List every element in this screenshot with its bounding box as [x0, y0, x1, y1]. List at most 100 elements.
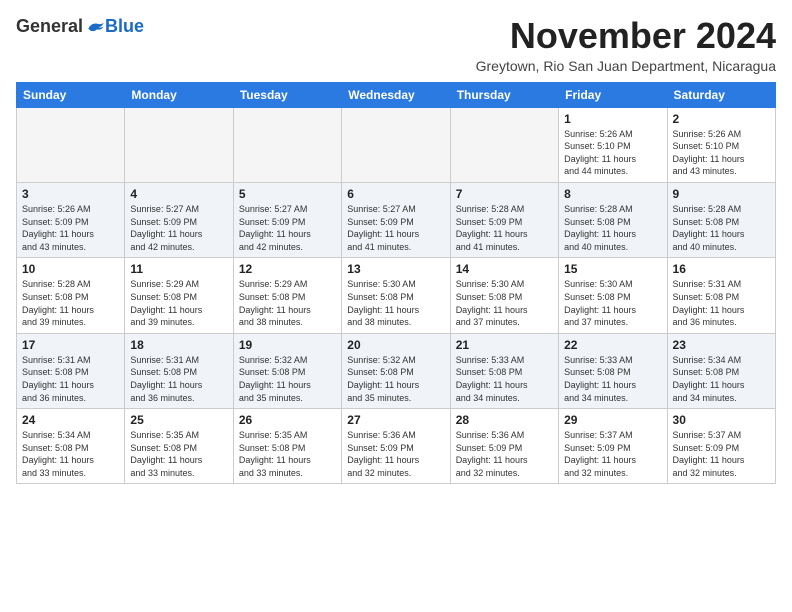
week-row-4: 17 Sunrise: 5:31 AMSunset: 5:08 PMDayligh…: [17, 333, 776, 408]
day-info: Sunrise: 5:28 AMSunset: 5:09 PMDaylight:…: [456, 203, 553, 253]
day-info: Sunrise: 5:31 AMSunset: 5:08 PMDaylight:…: [673, 278, 770, 328]
weekday-header-row: SundayMondayTuesdayWednesdayThursdayFrid…: [17, 82, 776, 107]
calendar-cell: [125, 107, 233, 182]
day-info: Sunrise: 5:27 AMSunset: 5:09 PMDaylight:…: [239, 203, 336, 253]
title-block: November 2024 Greytown, Rio San Juan Dep…: [476, 16, 776, 74]
day-number: 1: [564, 112, 661, 126]
day-number: 15: [564, 262, 661, 276]
weekday-header-sunday: Sunday: [17, 82, 125, 107]
calendar-cell: 25Sunrise: 5:35 AMSunset: 5:08 PMDayligh…: [125, 409, 233, 484]
day-info: Sunrise: 5:37 AMSunset: 5:09 PMDaylight:…: [564, 429, 661, 479]
bird-icon: [85, 17, 105, 37]
calendar-cell: [450, 107, 558, 182]
day-number: 26: [239, 413, 336, 427]
logo-blue: Blue: [105, 16, 144, 37]
calendar-cell: 21 Sunrise: 5:33 AMSunset: 5:08 PMDayligh…: [450, 333, 558, 408]
day-number: 19: [239, 338, 336, 352]
day-info: Sunrise: 5:30 AMSunset: 5:08 PMDaylight:…: [347, 278, 444, 328]
day-number: 9: [673, 187, 770, 201]
calendar-cell: [233, 107, 341, 182]
day-info: Sunrise: 5:26 AMSunset: 5:10 PMDaylight:…: [673, 128, 770, 178]
day-number: 2: [673, 112, 770, 126]
day-number: 27: [347, 413, 444, 427]
calendar-cell: 27 Sunrise: 5:36 AMSunset: 5:09 PMDayligh…: [342, 409, 450, 484]
day-number: 12: [239, 262, 336, 276]
calendar-cell: 16 Sunrise: 5:31 AMSunset: 5:08 PMDayligh…: [667, 258, 775, 333]
weekday-header-thursday: Thursday: [450, 82, 558, 107]
calendar-cell: 26 Sunrise: 5:35 AMSunset: 5:08 PMDayligh…: [233, 409, 341, 484]
day-info: Sunrise: 5:29 AMSunset: 5:08 PMDaylight:…: [130, 278, 227, 328]
day-info: Sunrise: 5:27 AMSunset: 5:09 PMDaylight:…: [130, 203, 227, 253]
calendar-cell: 14 Sunrise: 5:30 AMSunset: 5:08 PMDayligh…: [450, 258, 558, 333]
day-number: 20: [347, 338, 444, 352]
day-info: Sunrise: 5:35 AMSunset: 5:08 PMDaylight:…: [130, 429, 227, 479]
page-header: General Blue November 2024 Greytown, Rio…: [16, 16, 776, 74]
day-info: Sunrise: 5:27 AMSunset: 5:09 PMDaylight:…: [347, 203, 444, 253]
calendar-cell: 3 Sunrise: 5:26 AMSunset: 5:09 PMDaylight…: [17, 182, 125, 257]
logo: General Blue: [16, 16, 144, 37]
day-number: 4: [130, 187, 227, 201]
day-info: Sunrise: 5:32 AMSunset: 5:08 PMDaylight:…: [239, 354, 336, 404]
day-number: 11: [130, 262, 227, 276]
week-row-1: 1 Sunrise: 5:26 AMSunset: 5:10 PMDaylight…: [17, 107, 776, 182]
calendar-cell: 13 Sunrise: 5:30 AMSunset: 5:08 PMDayligh…: [342, 258, 450, 333]
calendar-cell: [17, 107, 125, 182]
calendar-cell: 4 Sunrise: 5:27 AMSunset: 5:09 PMDaylight…: [125, 182, 233, 257]
day-info: Sunrise: 5:26 AMSunset: 5:10 PMDaylight:…: [564, 128, 661, 178]
calendar-cell: 29 Sunrise: 5:37 AMSunset: 5:09 PMDayligh…: [559, 409, 667, 484]
calendar-cell: 12 Sunrise: 5:29 AMSunset: 5:08 PMDayligh…: [233, 258, 341, 333]
logo-general: General: [16, 16, 83, 37]
day-number: 18: [130, 338, 227, 352]
day-info: Sunrise: 5:28 AMSunset: 5:08 PMDaylight:…: [22, 278, 119, 328]
day-info: Sunrise: 5:30 AMSunset: 5:08 PMDaylight:…: [456, 278, 553, 328]
day-info: Sunrise: 5:26 AMSunset: 5:09 PMDaylight:…: [22, 203, 119, 253]
calendar-cell: 2 Sunrise: 5:26 AMSunset: 5:10 PMDaylight…: [667, 107, 775, 182]
day-info: Sunrise: 5:31 AMSunset: 5:08 PMDaylight:…: [130, 354, 227, 404]
day-info: Sunrise: 5:30 AMSunset: 5:08 PMDaylight:…: [564, 278, 661, 328]
day-number: 24: [22, 413, 119, 427]
week-row-2: 3 Sunrise: 5:26 AMSunset: 5:09 PMDaylight…: [17, 182, 776, 257]
day-number: 17: [22, 338, 119, 352]
location-subtitle: Greytown, Rio San Juan Department, Nicar…: [476, 58, 776, 74]
calendar-cell: 5 Sunrise: 5:27 AMSunset: 5:09 PMDaylight…: [233, 182, 341, 257]
weekday-header-saturday: Saturday: [667, 82, 775, 107]
calendar-cell: 23 Sunrise: 5:34 AMSunset: 5:08 PMDayligh…: [667, 333, 775, 408]
calendar-cell: 20 Sunrise: 5:32 AMSunset: 5:08 PMDayligh…: [342, 333, 450, 408]
day-number: 13: [347, 262, 444, 276]
weekday-header-wednesday: Wednesday: [342, 82, 450, 107]
day-number: 10: [22, 262, 119, 276]
calendar-cell: 8 Sunrise: 5:28 AMSunset: 5:08 PMDaylight…: [559, 182, 667, 257]
day-number: 5: [239, 187, 336, 201]
day-number: 23: [673, 338, 770, 352]
week-row-3: 10 Sunrise: 5:28 AMSunset: 5:08 PMDayligh…: [17, 258, 776, 333]
calendar-cell: 18 Sunrise: 5:31 AMSunset: 5:08 PMDayligh…: [125, 333, 233, 408]
day-number: 7: [456, 187, 553, 201]
day-info: Sunrise: 5:28 AMSunset: 5:08 PMDaylight:…: [564, 203, 661, 253]
calendar-cell: 15 Sunrise: 5:30 AMSunset: 5:08 PMDayligh…: [559, 258, 667, 333]
calendar-cell: 1 Sunrise: 5:26 AMSunset: 5:10 PMDaylight…: [559, 107, 667, 182]
day-info: Sunrise: 5:35 AMSunset: 5:08 PMDaylight:…: [239, 429, 336, 479]
day-number: 29: [564, 413, 661, 427]
day-info: Sunrise: 5:33 AMSunset: 5:08 PMDaylight:…: [456, 354, 553, 404]
day-number: 16: [673, 262, 770, 276]
day-info: Sunrise: 5:32 AMSunset: 5:08 PMDaylight:…: [347, 354, 444, 404]
calendar-cell: 28Sunrise: 5:36 AMSunset: 5:09 PMDayligh…: [450, 409, 558, 484]
weekday-header-tuesday: Tuesday: [233, 82, 341, 107]
week-row-5: 24 Sunrise: 5:34 AMSunset: 5:08 PMDayligh…: [17, 409, 776, 484]
day-info: Sunrise: 5:34 AMSunset: 5:08 PMDaylight:…: [22, 429, 119, 479]
day-number: 3: [22, 187, 119, 201]
day-number: 22: [564, 338, 661, 352]
calendar-cell: 7 Sunrise: 5:28 AMSunset: 5:09 PMDaylight…: [450, 182, 558, 257]
calendar-cell: 19 Sunrise: 5:32 AMSunset: 5:08 PMDayligh…: [233, 333, 341, 408]
day-info: Sunrise: 5:36 AMSunset: 5:09 PMDaylight:…: [456, 429, 553, 479]
calendar-cell: [342, 107, 450, 182]
day-info: Sunrise: 5:33 AMSunset: 5:08 PMDaylight:…: [564, 354, 661, 404]
day-number: 14: [456, 262, 553, 276]
weekday-header-friday: Friday: [559, 82, 667, 107]
day-info: Sunrise: 5:31 AMSunset: 5:08 PMDaylight:…: [22, 354, 119, 404]
day-number: 8: [564, 187, 661, 201]
day-info: Sunrise: 5:29 AMSunset: 5:08 PMDaylight:…: [239, 278, 336, 328]
day-info: Sunrise: 5:34 AMSunset: 5:08 PMDaylight:…: [673, 354, 770, 404]
day-info: Sunrise: 5:36 AMSunset: 5:09 PMDaylight:…: [347, 429, 444, 479]
day-number: 21: [456, 338, 553, 352]
